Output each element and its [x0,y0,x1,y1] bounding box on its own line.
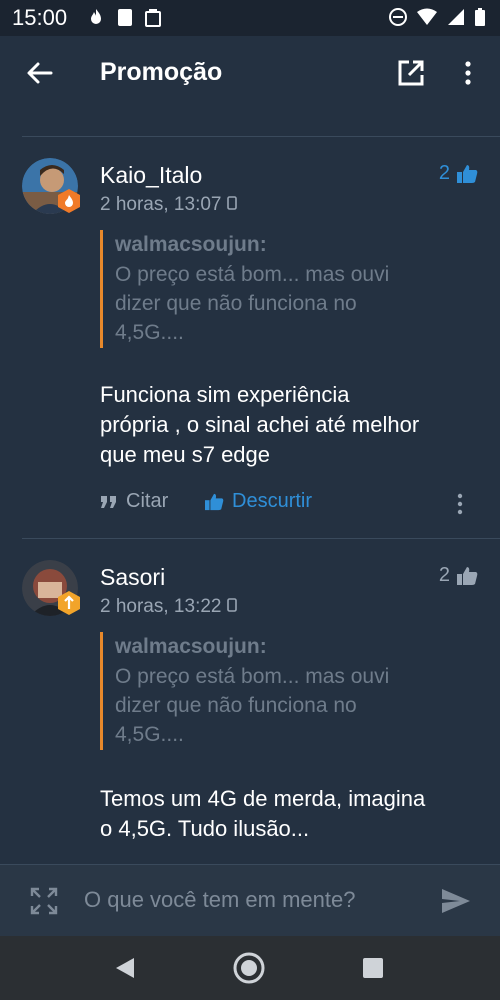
quote-button[interactable]: Citar [100,490,168,513]
quoted-reply: walmacsoujun: O preço está bom... mas ou… [100,230,475,348]
signal-icon [448,9,464,25]
do-not-disturb-icon [389,8,407,26]
comment-more-icon[interactable] [454,492,466,516]
like-count[interactable]: 2 [439,564,478,587]
status-bar: 15:00 [0,0,500,36]
nav-back-icon[interactable] [114,956,136,980]
quoted-reply: walmacsoujun: O preço está bom... mas ou… [100,632,475,750]
quote-line: dizer que não funciona no [115,292,357,315]
thumbs-up-icon [457,164,478,183]
divider [22,136,500,137]
quote-line: 4,5G.... [115,321,184,344]
divider [22,538,500,539]
fire-badge-icon [58,189,80,213]
thumbs-up-icon [457,566,478,585]
like-count[interactable]: 2 [439,162,478,185]
comment-composer: O que você tem em mente? [0,864,500,937]
system-nav-bar [0,936,500,1000]
timestamp: 2 horas, 13:22 [100,596,237,618]
status-time: 15:00 [12,5,68,30]
page-title: Promoção [100,58,223,86]
username[interactable]: Sasori [100,564,165,591]
quote-author: walmacsoujun: [115,635,267,658]
wifi-icon [417,8,437,25]
rank-badge-icon [58,591,80,615]
nav-recents-icon[interactable] [362,957,384,979]
send-icon[interactable] [440,887,472,915]
comment-body: Temos um 4G de merda, imagina o 4,5G. Tu… [100,786,426,841]
expand-icon[interactable] [30,887,58,915]
quote-line: O preço está bom... mas ouvi [115,263,390,286]
mobile-device-icon [226,598,237,612]
quote-author: walmacsoujun: [115,233,267,256]
quote-line: O preço está bom... mas ouvi [115,665,390,688]
comment-actions: Citar Descurtir [100,490,480,520]
quote-line: 4,5G.... [115,723,184,746]
nav-home-icon[interactable] [233,952,265,984]
back-arrow-icon[interactable] [24,58,54,88]
mobile-device-icon [226,196,237,210]
comment-body: Funciona sim experiência própria , o sin… [100,382,420,467]
flame-notification-icon [91,9,101,24]
quote-icon [101,495,116,508]
comment-list: Kaio_Italo 2 horas, 13:07 2 walmacsoujun… [0,110,500,864]
quote-line: dizer que não funciona no [115,694,357,717]
open-external-icon[interactable] [396,58,426,88]
comment-input[interactable]: O que você tem em mente? [84,887,355,913]
more-vert-icon[interactable] [456,58,480,88]
battery-icon [475,8,485,26]
shopping-bag-notification-icon [145,9,161,27]
unlike-button[interactable]: Descurtir [204,490,312,513]
thumbs-up-icon [205,493,224,510]
app-bar: Promoção [0,36,500,110]
clipboard-notification-icon [118,9,132,26]
username[interactable]: Kaio_Italo [100,162,202,189]
timestamp: 2 horas, 13:07 [100,194,237,216]
